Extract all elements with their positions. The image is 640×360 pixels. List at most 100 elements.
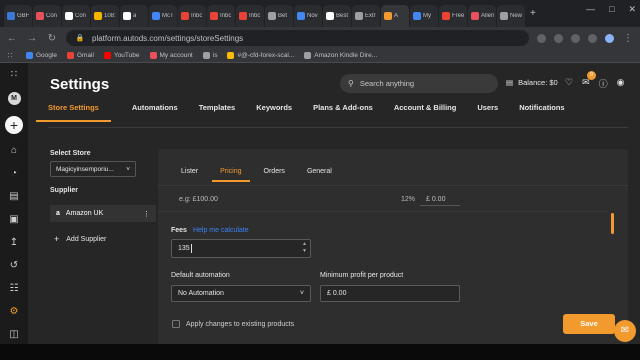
browser-tab[interactable]: Inbc	[207, 5, 235, 27]
import-icon[interactable]: ↥	[8, 237, 20, 249]
extension-icon[interactable]	[554, 33, 563, 43]
bookmark-item[interactable]: Gmail	[66, 52, 94, 59]
search-icon: ⚲	[348, 79, 354, 88]
browser-tab[interactable]: New	[497, 5, 525, 27]
bookmark-item[interactable]: #@-cfd-forex-scal...	[227, 52, 294, 59]
tab-favicon-icon	[442, 12, 450, 20]
extension-icon[interactable]	[571, 33, 580, 43]
browser-tab[interactable]: Best	[323, 5, 351, 27]
kebab-menu-icon[interactable]: ⋮	[143, 210, 150, 218]
help-icon[interactable]: ◫	[8, 329, 20, 341]
kebab-menu-icon[interactable]: ⋮	[622, 33, 634, 44]
menu-grid-icon[interactable]: ∷	[8, 69, 20, 81]
add-icon[interactable]: +	[5, 116, 23, 134]
notifications-icon[interactable]: ✉ 9	[582, 71, 597, 90]
bookmark-label: Amazon Kindle Dire...	[314, 52, 378, 59]
apps-grid-icon[interactable]: ∷	[4, 51, 16, 60]
subtab-orders[interactable]: Orders	[264, 168, 285, 182]
default-automation-label: Default automation	[171, 272, 230, 279]
forward-icon[interactable]: →	[26, 33, 38, 44]
os-taskbar	[0, 344, 640, 360]
min-profit-input[interactable]: £ 0.00	[320, 285, 460, 302]
bookmark-label: #@-cfd-forex-scal...	[237, 52, 295, 59]
subtab-general[interactable]: General	[307, 168, 332, 182]
example-amount: £ 0.00	[426, 196, 446, 203]
browser-tab[interactable]: Con	[33, 5, 61, 27]
tab-store-settings[interactable]: Store Settings	[36, 103, 111, 122]
default-automation-select[interactable]: No Automation ˅	[171, 285, 311, 302]
fees-input[interactable]: 135 ▲ ▼	[171, 239, 311, 258]
user-circle-icon[interactable]: ◉	[617, 77, 625, 90]
browser-tab[interactable]: Extr	[352, 5, 380, 27]
extension-icon[interactable]	[537, 33, 546, 43]
supplier-item-amazon-uk[interactable]: a Amazon UK ⋮	[50, 205, 156, 222]
tab-plans-add-ons[interactable]: Plans & Add-ons	[313, 103, 373, 122]
tab-keywords[interactable]: Keywords	[256, 103, 292, 122]
browser-tab[interactable]: Inbc	[236, 5, 264, 27]
apply-existing-checkbox[interactable]: Apply changes to existing products	[172, 320, 294, 328]
chat-support-icon[interactable]: ✉	[614, 320, 636, 342]
browser-tab[interactable]: 108:	[91, 5, 119, 27]
avatar[interactable]: M	[7, 92, 21, 105]
apply-label: Apply changes to existing products	[186, 320, 295, 328]
bookmark-item[interactable]: YouTube	[103, 52, 140, 59]
sync-icon[interactable]: ↺	[8, 260, 20, 272]
min-profit-value: £ 0.00	[327, 290, 347, 297]
stepper-arrows[interactable]: ▲ ▼	[302, 241, 307, 255]
orders-icon[interactable]: ▤	[8, 191, 20, 203]
settings-gear-icon[interactable]: ⚙	[8, 306, 20, 318]
dashboard-icon[interactable]: ◔	[8, 168, 20, 180]
bookmark-item[interactable]: is	[202, 52, 217, 59]
minimize-icon[interactable]: —	[586, 4, 595, 15]
browser-tab[interactable]: GBF	[4, 5, 32, 27]
browser-tab[interactable]: Inbc	[178, 5, 206, 27]
bookmark-item[interactable]: My account	[149, 52, 193, 59]
tab-favicon-icon	[471, 12, 479, 20]
heart-icon[interactable]: ♡	[565, 77, 573, 90]
browser-tab[interactable]: A	[381, 5, 409, 27]
autods-app: ∷ M + ⌂ ◔ ▤ ▣ ↥ ↺ ☷ ⚙ ◫ Settings ⚲ Searc…	[0, 63, 640, 344]
subtab-pricing[interactable]: Pricing	[212, 168, 250, 182]
close-icon[interactable]: ✕	[628, 4, 636, 15]
scrollbar-thumb[interactable]	[611, 213, 614, 234]
help-calculate-link[interactable]: Help me calculate	[193, 227, 249, 234]
checkbox-box[interactable]	[172, 320, 180, 328]
tab-favicon-icon	[326, 12, 334, 20]
tab-users[interactable]: Users	[477, 103, 498, 122]
tab-favicon-icon	[355, 12, 363, 20]
tab-label: New	[510, 13, 523, 19]
browser-tab[interactable]: Nov	[294, 5, 322, 27]
tab-automations[interactable]: Automations	[132, 103, 178, 122]
browser-tab[interactable]: McT	[149, 5, 177, 27]
search-input[interactable]: ⚲ Search anything	[340, 74, 498, 93]
back-icon[interactable]: ←	[6, 33, 18, 44]
tab-label: Inbc	[249, 13, 261, 19]
maximize-icon[interactable]: □	[609, 4, 614, 15]
store-select[interactable]: Magicyinsemporiu... ˅	[50, 161, 136, 177]
profile-icon[interactable]	[605, 33, 614, 43]
subtab-lister[interactable]: Lister	[181, 168, 198, 182]
save-button[interactable]: Save	[563, 314, 615, 334]
tab-label: McT	[162, 13, 174, 19]
bookmark-item[interactable]: Google	[26, 52, 57, 59]
url-omnibox[interactable]: 🔒 platform.autods.com/settings/storeSett…	[66, 30, 529, 46]
help-circle-icon[interactable]: ⓘ	[599, 77, 608, 90]
products-icon[interactable]: ▣	[8, 214, 20, 226]
new-tab-icon[interactable]: +	[530, 8, 536, 19]
reload-icon[interactable]: ↻	[46, 33, 58, 44]
browser-tab[interactable]: a	[120, 5, 148, 27]
bookmark-item[interactable]: Amazon Kindle Dire...	[304, 52, 377, 59]
browser-tab[interactable]: My	[410, 5, 438, 27]
tab-account-billing[interactable]: Account & Billing	[394, 103, 457, 122]
home-icon[interactable]: ⌂	[8, 145, 20, 157]
balance-display[interactable]: ▤ Balance: $0	[506, 78, 558, 87]
marketplace-icon[interactable]: ☷	[8, 283, 20, 295]
add-supplier-button[interactable]: + Add Supplier	[54, 234, 106, 244]
tab-templates[interactable]: Templates	[199, 103, 236, 122]
browser-tab[interactable]: Con	[62, 5, 90, 27]
browser-tab[interactable]: Bet	[265, 5, 293, 27]
browser-tab[interactable]: Free	[439, 5, 467, 27]
browser-tab[interactable]: Allen	[468, 5, 496, 27]
tab-notifications[interactable]: Notifications	[519, 103, 564, 122]
puzzle-icon[interactable]	[588, 33, 597, 43]
